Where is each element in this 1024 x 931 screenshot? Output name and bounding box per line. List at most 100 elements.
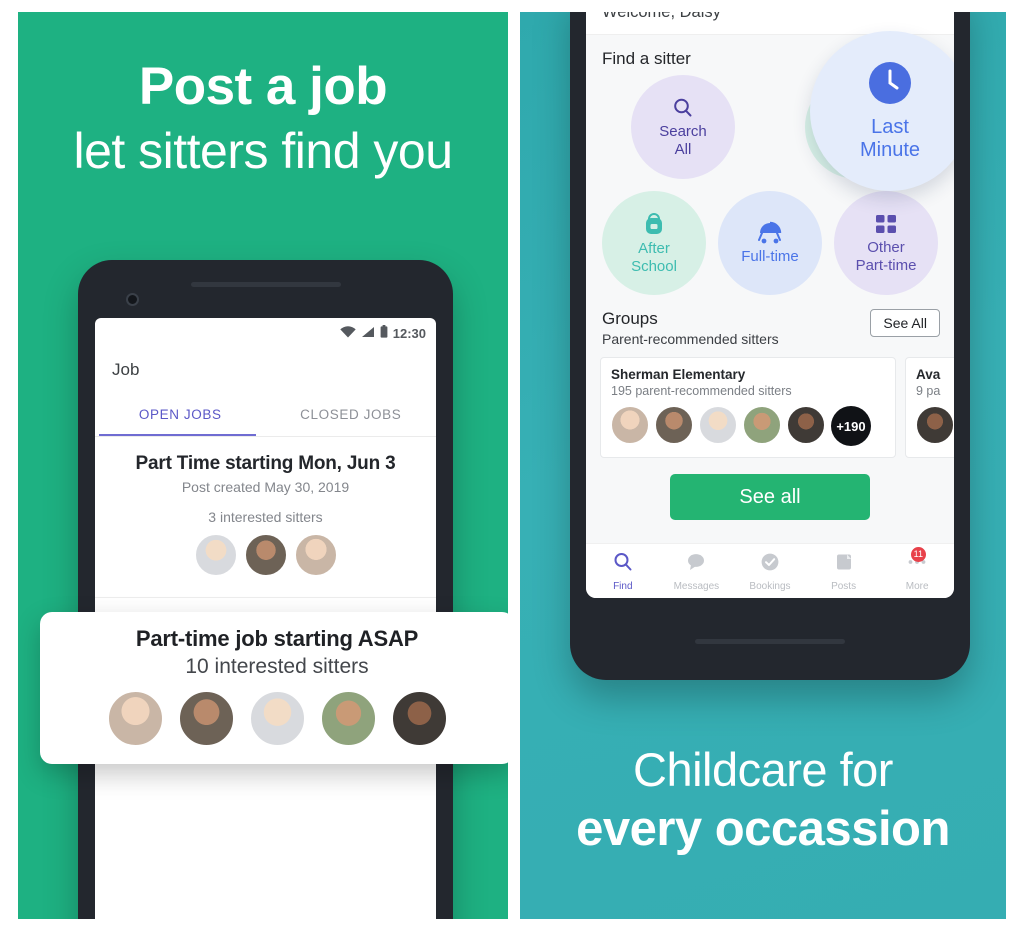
- featured-job-avatar-stack: [40, 690, 508, 747]
- category-label-line2: Part-time: [855, 256, 917, 274]
- avatar: [319, 690, 377, 747]
- left-headline: Post a job let sitters find you: [18, 60, 508, 179]
- group-card-next[interactable]: Ava 9 pa: [905, 357, 954, 458]
- groups-carousel[interactable]: Sherman Elementary 195 parent-recommende…: [586, 347, 954, 458]
- avatar: [248, 690, 306, 747]
- note-icon: [833, 551, 855, 578]
- nav-label: More: [905, 580, 929, 592]
- chat-bubble-icon: [685, 551, 707, 578]
- job-list-item-1[interactable]: Part Time starting Mon, Jun 3 Post creat…: [95, 437, 436, 598]
- right-phone-device: Welcome, Daisy Find a sitter Search All: [570, 12, 970, 680]
- backpack-icon: [641, 211, 667, 237]
- search-icon: [612, 551, 634, 578]
- app-bar: Job: [95, 348, 436, 392]
- group-card-subtitle: 9 pa: [916, 384, 941, 398]
- category-label-line1: Last: [871, 115, 909, 138]
- category-label-line2: All: [674, 140, 692, 158]
- nav-label: Posts: [831, 580, 857, 592]
- featured-job-interested-count: 10 interested sitters: [185, 655, 369, 678]
- category-label-line1: Full-time: [741, 247, 799, 265]
- phone-speaker-grill: [695, 639, 845, 644]
- nav-label: Messages: [673, 580, 720, 592]
- nav-item-more[interactable]: 11 More: [880, 546, 954, 592]
- avatar: [390, 690, 448, 747]
- category-label-line2: Minute: [859, 139, 921, 161]
- avatar: [243, 533, 288, 577]
- category-after-school[interactable]: After School: [602, 191, 706, 295]
- see-all-button[interactable]: See all: [670, 474, 870, 520]
- right-headline-line1: Childcare for: [633, 743, 893, 797]
- groups-heading: Groups: [602, 309, 658, 328]
- phone-speaker-grill: [190, 282, 341, 287]
- group-card-title: Ava: [916, 367, 941, 382]
- category-label-line1: After: [638, 240, 670, 258]
- avatar: [177, 690, 235, 747]
- grid-squares-icon: [873, 212, 899, 236]
- job-title: Part Time starting Mon, Jun 3: [135, 453, 396, 474]
- signal-icon: [361, 326, 375, 341]
- category-other-part-time[interactable]: Other Part-time: [834, 191, 938, 295]
- avatar: [916, 406, 954, 444]
- status-bar: 12:30: [95, 318, 436, 348]
- avatar: [699, 406, 737, 444]
- avatar: [293, 533, 338, 577]
- job-created-date: Post created May 30, 2019: [181, 479, 350, 495]
- category-row-2: After School Full-time Other Part-time: [586, 179, 954, 295]
- nav-item-posts[interactable]: Posts: [807, 551, 881, 592]
- group-card-title: Sherman Elementary: [611, 367, 746, 382]
- avatar: [193, 533, 238, 577]
- wifi-icon: [340, 325, 356, 341]
- avatar: [611, 406, 649, 444]
- tab-active-indicator: [99, 433, 256, 436]
- group-avatar-overflow-count: +190: [831, 406, 871, 446]
- search-icon: [671, 96, 695, 120]
- nav-item-messages[interactable]: Messages: [660, 551, 734, 592]
- clock-icon: [867, 60, 913, 106]
- app-bar-title: Job: [112, 360, 140, 379]
- tab-open-jobs[interactable]: OPEN JOBS: [95, 392, 266, 436]
- right-promo-panel: Welcome, Daisy Find a sitter Search All: [520, 12, 1006, 919]
- groups-section-header: Groups Parent-recommended sitters See Al…: [586, 295, 954, 347]
- left-headline-line1: Post a job: [138, 57, 388, 116]
- nav-label: Find: [613, 580, 633, 592]
- category-label-line1: Other: [867, 239, 905, 257]
- stroller-icon: [756, 221, 784, 245]
- left-promo-panel: Post a job let sitters find you 12:30 Jo…: [18, 12, 508, 919]
- job-avatar-stack: [105, 533, 426, 577]
- check-circle-icon: [759, 551, 781, 578]
- avatar: [787, 406, 825, 444]
- avatar: [106, 690, 164, 747]
- avatar: [655, 406, 693, 444]
- status-bar-time: 12:30: [392, 325, 426, 341]
- nav-label: Bookings: [749, 580, 791, 592]
- right-headline: Childcare for every occassion: [520, 744, 1006, 857]
- group-card-subtitle: 195 parent-recommended sitters: [611, 384, 792, 398]
- tab-closed-jobs[interactable]: CLOSED JOBS: [266, 392, 437, 436]
- nav-item-bookings[interactable]: Bookings: [733, 551, 807, 592]
- right-phone-screen: Welcome, Daisy Find a sitter Search All: [586, 12, 954, 598]
- category-full-time[interactable]: Full-time: [718, 191, 822, 295]
- featured-job-card[interactable]: Part-time job starting ASAP 10 intereste…: [40, 612, 508, 764]
- avatar: [743, 406, 781, 444]
- status-badge: 11: [910, 546, 926, 562]
- category-search-all[interactable]: Search All: [631, 75, 735, 179]
- group-card-sherman-elementary[interactable]: Sherman Elementary 195 parent-recommende…: [600, 357, 896, 458]
- groups-subheading: Parent-recommended sitters: [602, 331, 779, 347]
- category-label-line1: Search: [659, 123, 707, 141]
- group-avatar-stack: [916, 406, 954, 444]
- battery-icon: [380, 325, 388, 341]
- group-avatar-stack: +190: [611, 406, 885, 446]
- job-interested-count: 3 interested sitters: [208, 509, 323, 525]
- screenshot-root: Post a job let sitters find you 12:30 Jo…: [0, 0, 1024, 931]
- see-all-chip-button[interactable]: See All: [870, 309, 940, 337]
- featured-job-title: Part-time job starting ASAP: [135, 626, 419, 651]
- bottom-navigation-bar: Find Messages Bookings Posts 11 More: [586, 543, 954, 598]
- category-label-line2: School: [631, 257, 677, 275]
- left-phone-device: 12:30 Job OPEN JOBS CLOSED JOBS Part Tim…: [78, 260, 453, 919]
- phone-front-camera: [126, 293, 139, 306]
- left-headline-line2: let sitters find you: [73, 123, 453, 179]
- nav-item-find[interactable]: Find: [586, 551, 660, 592]
- category-row-1: Search All Evening Out Las: [586, 31, 954, 191]
- job-tabs: OPEN JOBS CLOSED JOBS: [95, 392, 436, 437]
- right-headline-line2: every occassion: [576, 802, 950, 857]
